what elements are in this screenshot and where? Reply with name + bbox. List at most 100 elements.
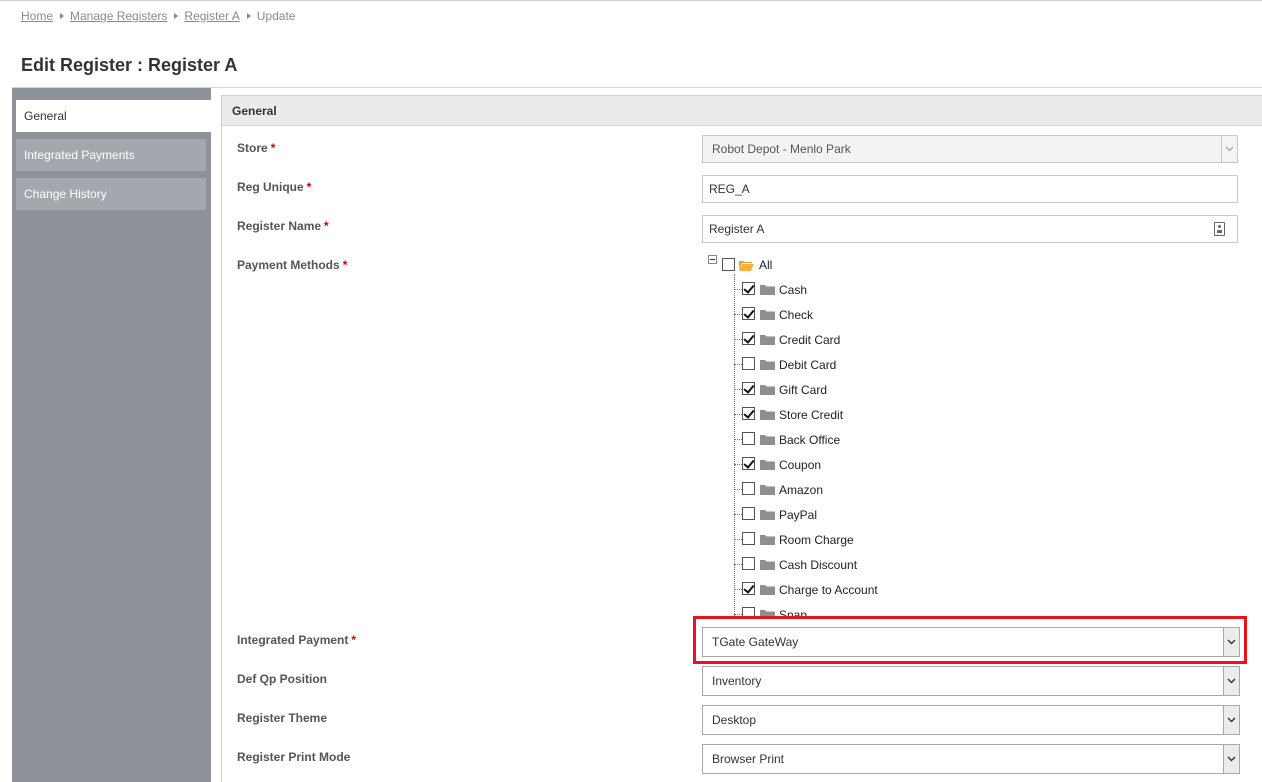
reg-unique-value: REG_A xyxy=(709,182,750,196)
tree-node-label[interactable]: Cash xyxy=(779,283,807,297)
top-border xyxy=(0,0,1262,1)
register-theme-select[interactable]: Desktop xyxy=(702,705,1240,735)
store-label-text: Store xyxy=(237,141,268,155)
tree-node-label[interactable]: Gift Card xyxy=(779,383,827,397)
folder-icon xyxy=(760,535,775,545)
checkbox-checked[interactable] xyxy=(742,282,755,295)
checkbox-unchecked[interactable] xyxy=(742,557,755,570)
register-name-input[interactable]: Register A xyxy=(702,215,1238,243)
tree-node-label[interactable]: Room Charge xyxy=(779,533,854,547)
tree-node-label[interactable]: PayPal xyxy=(779,508,817,522)
checkbox-checked[interactable] xyxy=(742,457,755,470)
reg-unique-label: Reg Unique * xyxy=(237,180,311,194)
checkbox-unchecked[interactable] xyxy=(742,432,755,445)
register-print-mode-select[interactable]: Browser Print xyxy=(702,744,1240,774)
sidebar-item-integrated-payments[interactable]: Integrated Payments xyxy=(16,139,206,171)
tree-connector xyxy=(734,464,742,465)
tree-node-label[interactable]: Back Office xyxy=(779,433,840,447)
tree-node-label[interactable]: Debit Card xyxy=(779,358,836,372)
tree-node-label[interactable]: Charge to Account xyxy=(779,583,878,597)
breadcrumb-register-link[interactable]: Register A xyxy=(184,9,239,23)
tree-connector xyxy=(734,364,742,365)
checkbox-unchecked[interactable] xyxy=(742,482,755,495)
collapse-icon[interactable] xyxy=(708,255,717,264)
checkbox-checked[interactable] xyxy=(742,307,755,320)
chevron-down-icon[interactable] xyxy=(1223,667,1239,695)
breadcrumb-home-link[interactable]: Home xyxy=(21,9,53,23)
tree-node-label[interactable]: Coupon xyxy=(779,458,821,472)
folder-icon xyxy=(760,510,775,520)
def-qp-position-label: Def Qp Position xyxy=(237,672,327,686)
tree-connector xyxy=(734,564,742,565)
tree-node-label[interactable]: Amazon xyxy=(779,483,823,497)
register-print-mode-label: Register Print Mode xyxy=(237,750,351,764)
folder-icon xyxy=(760,385,775,395)
integrated-payment-label: Integrated Payment * xyxy=(237,633,356,647)
reg-unique-input[interactable]: REG_A xyxy=(702,175,1238,203)
breadcrumb: Home Manage Registers Register A Update xyxy=(21,9,295,23)
required-mark: * xyxy=(270,141,276,155)
breadcrumb-separator-icon xyxy=(246,13,251,19)
tree-connector xyxy=(734,389,742,390)
register-name-label: Register Name * xyxy=(237,219,329,233)
tree-connector xyxy=(734,414,742,415)
reg-unique-label-text: Reg Unique xyxy=(237,180,304,194)
tree-node-label[interactable]: Credit Card xyxy=(779,333,840,347)
def-qp-position-select[interactable]: Inventory xyxy=(702,666,1240,696)
tree-connector xyxy=(734,274,735,618)
checkbox-unchecked[interactable] xyxy=(742,507,755,520)
tree-connector xyxy=(734,439,742,440)
register-theme-value: Desktop xyxy=(712,713,757,727)
sidebar-item-general[interactable]: General xyxy=(16,100,211,132)
checkbox-all[interactable] xyxy=(722,258,735,271)
folder-icon xyxy=(760,335,775,345)
folder-icon xyxy=(760,460,775,470)
register-print-mode-value: Browser Print xyxy=(712,752,785,766)
chevron-down-icon[interactable] xyxy=(1223,745,1239,773)
breadcrumb-manage-registers-link[interactable]: Manage Registers xyxy=(70,9,167,23)
tree-connector xyxy=(734,289,742,290)
tree-node-label[interactable]: Cash Discount xyxy=(779,558,857,572)
required-mark: * xyxy=(351,633,357,647)
chevron-down-icon[interactable] xyxy=(1221,136,1237,162)
folder-icon xyxy=(760,585,775,595)
payment-methods-label-text: Payment Methods xyxy=(237,258,340,272)
store-select-value: Robot Depot - Menlo Park xyxy=(712,142,851,156)
tree-connector xyxy=(734,339,742,340)
breadcrumb-separator-icon xyxy=(174,13,179,19)
tree-node-label-all[interactable]: All xyxy=(759,258,772,272)
tree-node-label[interactable]: Store Credit xyxy=(779,408,843,422)
payment-methods-label: Payment Methods * xyxy=(237,258,347,272)
folder-icon xyxy=(760,435,775,445)
folder-icon xyxy=(760,485,775,495)
tree-connector xyxy=(734,614,742,615)
checkbox-unchecked[interactable] xyxy=(742,532,755,545)
folder-icon xyxy=(760,285,775,295)
checkbox-checked[interactable] xyxy=(742,332,755,345)
tree-connector xyxy=(734,514,742,515)
store-select[interactable]: Robot Depot - Menlo Park xyxy=(702,135,1238,163)
required-mark: * xyxy=(306,180,312,194)
checkbox-unchecked[interactable] xyxy=(742,357,755,370)
folder-icon xyxy=(760,410,775,420)
checkbox-checked[interactable] xyxy=(742,382,755,395)
contact-card-icon[interactable] xyxy=(1214,222,1225,236)
sidebar: General Integrated Payments Change Histo… xyxy=(12,88,211,782)
checkbox-checked[interactable] xyxy=(742,582,755,595)
tree-node-label[interactable]: Check xyxy=(779,308,813,322)
folder-icon xyxy=(760,560,775,570)
required-mark: * xyxy=(324,219,329,233)
payment-methods-tree: All Cash Check Credit Card Debit Card Gift C… xyxy=(700,252,1000,618)
panel-header: General xyxy=(222,96,1262,126)
tree-connector xyxy=(734,314,742,315)
page-title: Edit Register : Register A xyxy=(21,55,238,75)
chevron-down-icon[interactable] xyxy=(1223,706,1239,734)
integrated-payment-label-text: Integrated Payment xyxy=(237,633,349,647)
tree-connector xyxy=(734,489,742,490)
register-name-value: Register A xyxy=(709,222,765,236)
folder-icon xyxy=(760,360,775,370)
sidebar-item-change-history[interactable]: Change History xyxy=(16,178,206,210)
folder-open-icon xyxy=(739,261,754,271)
breadcrumb-separator-icon xyxy=(60,13,65,19)
checkbox-checked[interactable] xyxy=(742,407,755,420)
